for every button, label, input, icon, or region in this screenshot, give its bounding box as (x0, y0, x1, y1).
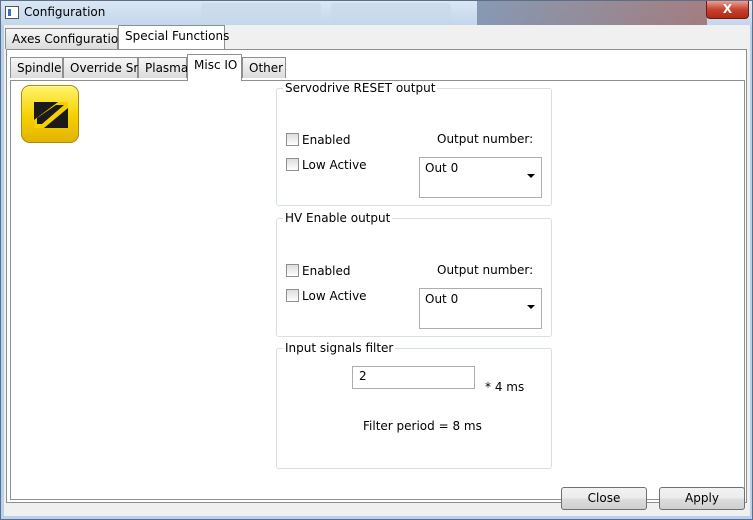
window-close-button[interactable]: X (706, 1, 749, 19)
servo-enabled-label: Enabled (302, 133, 351, 147)
servo-output-value: Out 0 (425, 161, 459, 175)
background-blur (477, 1, 707, 25)
chevron-down-icon[interactable] (527, 174, 535, 178)
close-button[interactable]: Close (561, 487, 647, 510)
filter-period-text: Filter period = 8 ms (363, 419, 482, 433)
chevron-down-icon[interactable] (527, 305, 535, 309)
tab-special-functions[interactable]: Special Functions (118, 25, 229, 49)
tab-override-src[interactable]: Override Src (63, 57, 145, 78)
hv-enabled-label: Enabled (302, 264, 351, 278)
input-filter-title: Input signals filter (283, 341, 396, 355)
servo-low-active-label: Low Active (302, 158, 367, 172)
background-blur (331, 3, 451, 21)
app-icon (5, 6, 19, 19)
checkbox-box[interactable] (286, 133, 299, 146)
tab-misc-io[interactable]: Misc IO (187, 54, 242, 81)
checkbox-box[interactable] (286, 289, 299, 302)
yellow-app-logo-icon (21, 85, 79, 143)
hv-output-number-label: Output number: (437, 263, 534, 277)
tab-plasma[interactable]: Plasma (138, 57, 188, 78)
servo-reset-title: Servodrive RESET output (283, 81, 438, 95)
hv-enabled-checkbox[interactable]: Enabled (286, 264, 351, 278)
checkbox-box[interactable] (286, 158, 299, 171)
title-bar[interactable]: Configuration X (1, 1, 752, 25)
tab-other[interactable]: Other (242, 57, 286, 78)
filter-unit-label: * 4 ms (485, 380, 525, 394)
servo-output-number-label: Output number: (437, 132, 534, 146)
servo-low-active-checkbox[interactable]: Low Active (286, 158, 367, 172)
logo-mark (34, 102, 68, 128)
input-filter-group: Input signals filter 2 * 4 ms Filter per… (276, 341, 552, 469)
servo-enabled-checkbox[interactable]: Enabled (286, 133, 351, 147)
hv-low-active-checkbox[interactable]: Low Active (286, 289, 367, 303)
checkbox-box[interactable] (286, 264, 299, 277)
tab-spindle[interactable]: Spindle (10, 57, 63, 78)
tab-axes-configuration[interactable]: Axes Configuration (5, 28, 126, 49)
servo-reset-group: Servodrive RESET output Enabled Low Acti… (276, 81, 552, 206)
hv-enable-group: HV Enable output Enabled Low Active Outp… (276, 211, 552, 337)
configuration-window: Configuration X Axes Configuration Speci… (0, 0, 753, 520)
hv-enable-title: HV Enable output (283, 211, 393, 225)
filter-value-input[interactable]: 2 (352, 366, 475, 389)
dialog-client: Axes Configuration Special Functions Spi… (4, 25, 750, 516)
hv-output-value: Out 0 (425, 292, 459, 306)
hv-output-select[interactable]: Out 0 (419, 288, 542, 329)
background-blur (201, 3, 321, 21)
apply-button[interactable]: Apply (659, 487, 745, 510)
servo-output-select[interactable]: Out 0 (419, 157, 542, 198)
window-title: Configuration (24, 5, 106, 19)
hv-low-active-label: Low Active (302, 289, 367, 303)
